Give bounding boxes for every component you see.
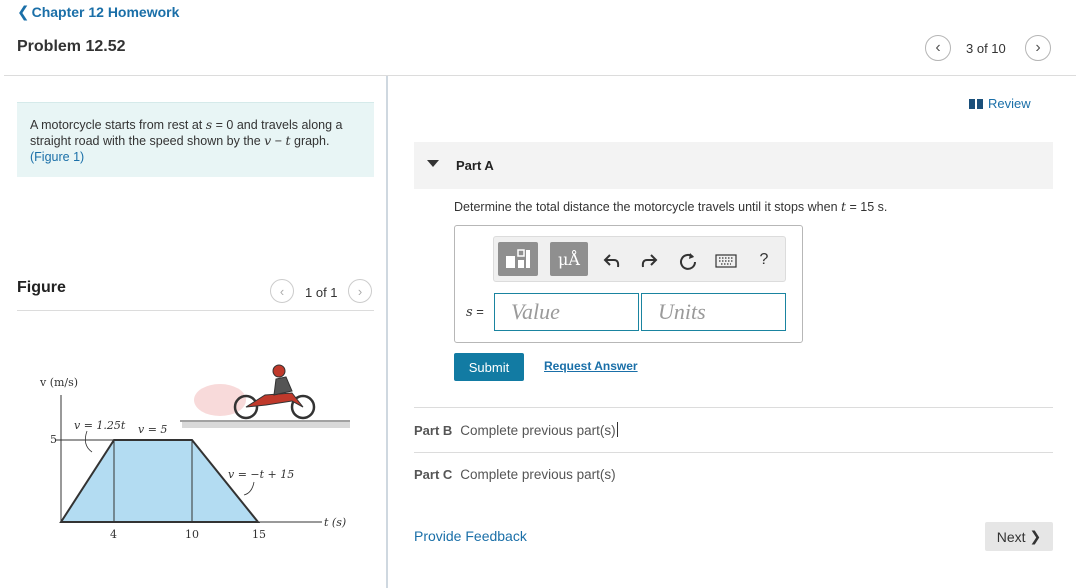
- back-to-assignment-link[interactable]: ❮ Chapter 12 Homework: [17, 3, 179, 21]
- keyboard-button[interactable]: [714, 252, 738, 270]
- velocity-time-graph: v (m/s) 5 v = 1.25t v = 5 v = −t + 15 t …: [39, 364, 350, 541]
- part-c-row[interactable]: Part C Complete previous part(s): [414, 467, 616, 482]
- question-text: = 15 s.: [846, 200, 888, 214]
- problem-text: A motorcycle starts from rest at: [30, 118, 206, 132]
- help-button[interactable]: ?: [754, 249, 774, 271]
- review-link[interactable]: Review: [969, 96, 1031, 111]
- review-link-label: Review: [988, 96, 1031, 111]
- graph-eq-constant: v = 5: [138, 423, 167, 436]
- figure-divider: [17, 310, 374, 311]
- reset-button[interactable]: [676, 249, 700, 273]
- next-button[interactable]: Next ❯: [985, 522, 1053, 551]
- motorcycle-icon: [180, 364, 350, 428]
- problem-counter: 3 of 10: [966, 41, 1006, 56]
- problem-title: Problem 12.52: [17, 38, 126, 55]
- graph-xlabel: t (s): [324, 516, 346, 529]
- provide-feedback-link[interactable]: Provide Feedback: [414, 528, 527, 544]
- part-a-header[interactable]: [414, 142, 1053, 189]
- part-divider: [414, 452, 1053, 453]
- figure-previous-button[interactable]: ‹: [270, 279, 294, 303]
- graph-x-tick: 4: [110, 528, 117, 541]
- chevron-left-icon: ‹: [279, 283, 285, 299]
- part-c-status: Complete previous part(s): [460, 467, 616, 482]
- next-label: Next: [996, 528, 1026, 545]
- templates-button[interactable]: [498, 242, 538, 276]
- undo-icon: [603, 254, 620, 268]
- question-text: Determine the total distance the motorcy…: [454, 200, 841, 214]
- graph-x-tick: 10: [185, 528, 199, 541]
- undo-button[interactable]: [600, 250, 624, 272]
- units-button[interactable]: μÅ: [550, 242, 588, 276]
- reset-icon: [680, 253, 696, 270]
- graph-eq-deceleration: v = −t + 15: [228, 468, 294, 481]
- answer-label: s =: [466, 304, 484, 320]
- chevron-right-icon: ›: [357, 283, 363, 299]
- part-b-status: Complete previous part(s): [460, 423, 616, 438]
- next-problem-button[interactable]: ›: [1025, 35, 1051, 61]
- problem-text: graph.: [290, 134, 330, 148]
- problem-text: −: [271, 134, 286, 148]
- part-a-question: Determine the total distance the motorcy…: [454, 199, 887, 214]
- graph-y-tick: 5: [50, 433, 57, 446]
- part-divider: [414, 407, 1053, 408]
- graph-eq-acceleration: v = 1.25t: [74, 419, 126, 432]
- keyboard-icon: [715, 254, 737, 268]
- text-cursor: [616, 422, 618, 437]
- figure-next-button[interactable]: ›: [348, 279, 372, 303]
- figure-link[interactable]: (Figure 1): [30, 150, 84, 164]
- part-a-title: Part A: [456, 158, 494, 173]
- graph-x-tick: 15: [252, 528, 266, 541]
- book-icon: [969, 99, 983, 109]
- chevron-right-icon: ›: [1035, 39, 1041, 56]
- previous-problem-button[interactable]: ‹: [925, 35, 951, 61]
- problem-statement: A motorcycle starts from rest at s = 0 a…: [17, 102, 374, 177]
- part-c-label: Part C: [414, 467, 453, 482]
- value-input[interactable]: [494, 293, 639, 331]
- chevron-right-icon: ❯: [1029, 528, 1042, 544]
- redo-button[interactable]: [637, 250, 661, 272]
- template-icon: [506, 249, 530, 268]
- caret-down-icon[interactable]: [427, 160, 439, 167]
- chevron-left-icon: ❮: [17, 4, 30, 21]
- column-divider[interactable]: [386, 76, 388, 588]
- redo-icon: [641, 254, 658, 268]
- header-divider: [4, 75, 1076, 76]
- back-link-label: Chapter 12 Homework: [31, 4, 180, 20]
- figure-counter: 1 of 1: [305, 285, 338, 300]
- graph-ylabel: v (m/s): [39, 376, 78, 389]
- figure-heading: Figure: [17, 279, 66, 296]
- part-b-row[interactable]: Part B Complete previous part(s): [414, 422, 618, 438]
- request-answer-link[interactable]: Request Answer: [544, 359, 638, 373]
- variable-s: s: [466, 305, 473, 320]
- units-input[interactable]: [641, 293, 786, 331]
- equals-sign: =: [472, 304, 484, 319]
- part-b-label: Part B: [414, 423, 453, 438]
- chevron-left-icon: ‹: [935, 39, 941, 56]
- submit-button[interactable]: Submit: [454, 353, 524, 381]
